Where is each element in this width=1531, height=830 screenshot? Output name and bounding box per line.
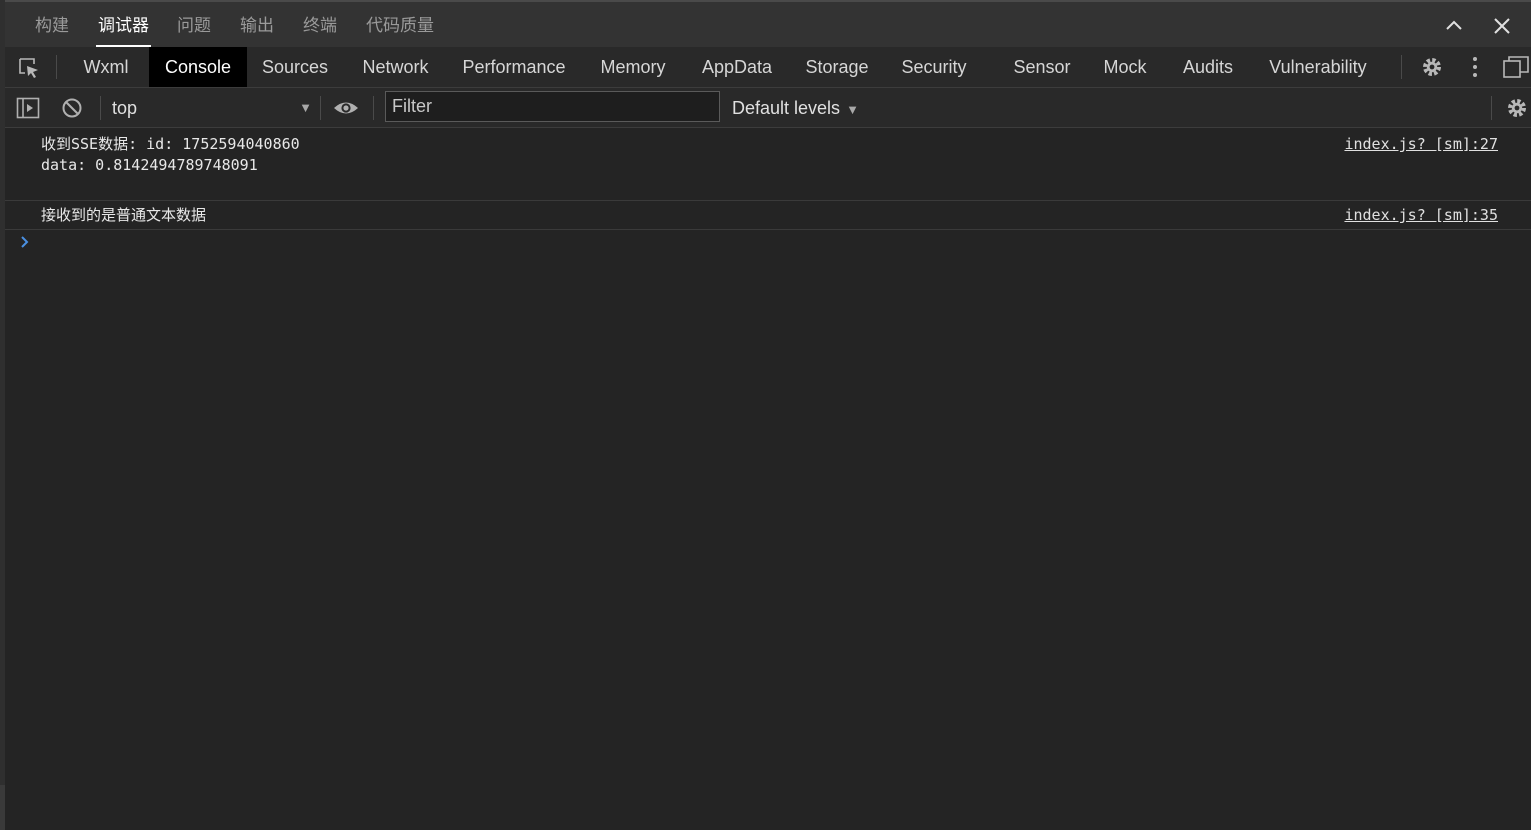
tab-performance[interactable]: Performance <box>455 47 573 87</box>
panel-tab-debugger[interactable]: 调试器 <box>96 2 151 47</box>
dropdown-arrow-icon: ▼ <box>846 102 859 117</box>
tab-vulnerability[interactable]: Vulnerability <box>1259 47 1377 87</box>
chevron-up-icon[interactable] <box>1441 12 1467 38</box>
panel-tab-output[interactable]: 输出 <box>238 2 276 47</box>
tab-sensor[interactable]: Sensor <box>1005 47 1079 87</box>
log-levels-select[interactable]: Default levels ▼ <box>732 96 859 120</box>
tab-audits[interactable]: Audits <box>1173 47 1243 87</box>
message-text: 收到SSE数据: id: 1752594040860 data: 0.81424… <box>41 135 300 174</box>
panel-tab-bar: 构建 调试器 问题 输出 终端 代码质量 <box>5 0 1531 47</box>
panel-tab-terminal[interactable]: 终端 <box>301 2 339 47</box>
devtools-tab-bar: Wxml Console Sources Network Performance… <box>5 47 1531 88</box>
toolbar-separator <box>1491 96 1492 120</box>
tab-network[interactable]: Network <box>348 47 443 87</box>
sidebar-toggle-icon[interactable] <box>16 96 40 120</box>
tab-console[interactable]: Console <box>149 47 247 87</box>
log-levels-label: Default levels <box>732 98 841 118</box>
toolbar-separator <box>320 96 321 120</box>
toolbar-separator <box>100 96 101 120</box>
message-source-link[interactable]: index.js? [sm]:27 <box>1344 134 1498 155</box>
tab-separator <box>56 55 57 79</box>
dropdown-arrow-icon: ▼ <box>299 100 312 115</box>
clear-console-icon[interactable] <box>61 97 83 119</box>
console-message: 接收到的是普通文本数据 index.js? [sm]:35 <box>5 201 1531 230</box>
eye-icon[interactable] <box>333 97 359 119</box>
tab-wxml[interactable]: Wxml <box>71 47 141 87</box>
console-prompt[interactable] <box>5 231 1531 255</box>
inspect-element-icon[interactable] <box>17 56 41 80</box>
message-source-link[interactable]: index.js? [sm]:35 <box>1344 205 1498 226</box>
close-icon[interactable] <box>1489 12 1515 38</box>
context-select[interactable]: top ▼ <box>112 96 312 120</box>
chevron-right-icon <box>21 236 29 248</box>
tab-separator <box>1401 55 1402 79</box>
message-text: 接收到的是普通文本数据 <box>41 206 207 224</box>
console-output: 收到SSE数据: id: 1752594040860 data: 0.81424… <box>5 128 1531 830</box>
context-value: top <box>112 98 138 118</box>
gear-icon[interactable] <box>1505 96 1529 120</box>
toolbar-separator <box>373 96 374 120</box>
console-message: 收到SSE数据: id: 1752594040860 data: 0.81424… <box>5 128 1531 201</box>
panel-tab-problems[interactable]: 问题 <box>175 2 213 47</box>
console-toolbar: top ▼ Default levels ▼ <box>5 88 1531 128</box>
tab-storage[interactable]: Storage <box>797 47 877 87</box>
panel-tab-code-quality[interactable]: 代码质量 <box>364 2 436 47</box>
tab-sources[interactable]: Sources <box>251 47 339 87</box>
undock-icon[interactable] <box>1503 55 1529 79</box>
tab-security[interactable]: Security <box>893 47 975 87</box>
tab-memory[interactable]: Memory <box>589 47 677 87</box>
gear-icon[interactable] <box>1420 55 1444 79</box>
tab-mock[interactable]: Mock <box>1095 47 1155 87</box>
tab-appdata[interactable]: AppData <box>693 47 781 87</box>
filter-input[interactable] <box>385 91 720 122</box>
more-vertical-icon[interactable] <box>1465 55 1485 79</box>
panel-tab-build[interactable]: 构建 <box>33 2 71 47</box>
